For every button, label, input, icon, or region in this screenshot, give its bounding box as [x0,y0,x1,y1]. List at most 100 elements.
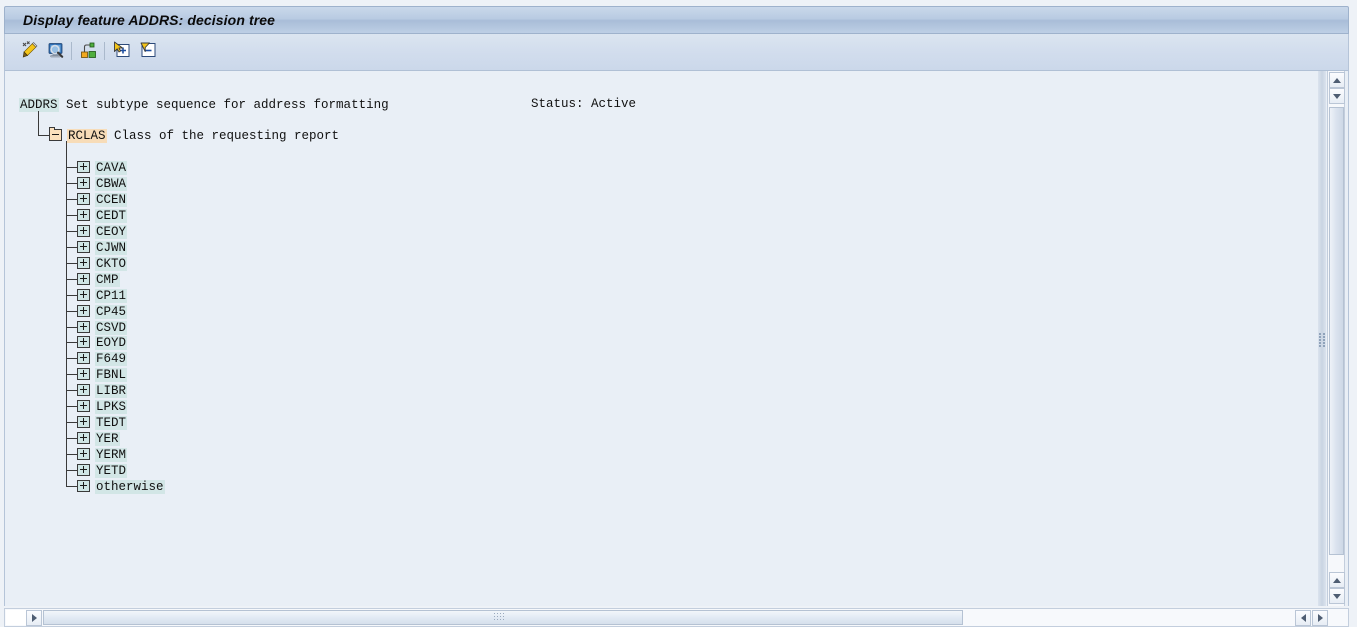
tree-leaf-code: CJWN [95,240,128,255]
tree-leaf-node[interactable]: CP11 [95,288,128,304]
pencil-icon [20,40,40,63]
expand-plus-box-icon[interactable] [77,448,90,461]
tree-leaf-node[interactable]: CEDT [95,208,128,224]
tree-structure-icon [79,40,99,63]
tree-leaf-node[interactable]: YER [95,431,120,447]
expand-plus-box-icon[interactable] [77,368,90,381]
tree-leaf-node[interactable]: F649 [95,351,128,367]
expand-plus-box-icon[interactable] [77,288,90,301]
vertical-scrollbar[interactable] [1327,71,1345,606]
expand-plus-box-icon[interactable] [77,224,90,237]
expand-plus-box-icon[interactable] [77,304,90,317]
structure-button[interactable] [76,39,101,64]
tree-leaf-node[interactable]: CCEN [95,192,128,208]
tree-connector-line [38,135,49,136]
scroll-up-button-bottom[interactable] [1329,572,1345,588]
tree-connector-line [66,454,77,456]
collapse-all-button[interactable] [135,39,160,64]
tree-branch-node[interactable]: RCLAS Class of the requesting report [67,128,339,144]
expand-plus-box-icon[interactable] [77,320,90,333]
tree-leaf-node[interactable]: LIBR [95,383,128,399]
tree-leaf-node[interactable]: CAVA [95,160,128,176]
tree-leaf-node[interactable]: CP45 [95,304,128,320]
tree-leaf-node[interactable]: CSVD [95,320,128,336]
tree-leaf-code: TEDT [95,416,128,431]
expand-plus-box-icon[interactable] [77,176,90,189]
scroll-right-arrow-icon-left [31,614,37,622]
expand-plus-box-icon[interactable] [77,416,90,429]
tree-connector-line [66,182,77,184]
horizontal-scrollbar[interactable] [4,608,1349,627]
tree-leaf-node[interactable]: CBWA [95,176,128,192]
tree-connector-line [66,406,77,408]
sap-window: Display feature ADDRS: decision tree ADD… [0,0,1357,631]
tree-leaf-node[interactable]: YETD [95,463,128,479]
toolbar-separator-1 [71,42,72,60]
tree-leaf-code: YETD [95,464,128,479]
display-button[interactable] [43,39,68,64]
tree-connector-line [66,310,77,312]
expand-plus-box-icon[interactable] [77,432,90,445]
tree-leaf-node[interactable]: TEDT [95,415,128,431]
scroll-up-arrow-icon-bottom [1333,577,1341,583]
tree-leaf-code: CEOY [95,224,128,239]
tree-leaf-code: YER [95,432,120,447]
tree-connector-line [66,438,77,440]
expand-plus-box-icon[interactable] [77,336,90,349]
tree-leaf-code: otherwise [95,480,165,494]
tree-branch-description: Class of the requesting report [106,129,340,143]
change-edit-button[interactable] [17,39,42,64]
scroll-up-arrow-icon [1333,77,1341,83]
tree-leaf-node[interactable]: CJWN [95,240,128,256]
expand-plus-box-icon[interactable] [77,464,90,477]
tree-leaf-code: YERM [95,448,128,463]
tree-connector-line [66,198,77,200]
expand-plus-box-icon[interactable] [77,161,90,173]
expand-plus-box-icon[interactable] [77,352,90,365]
expand-plus-box-icon[interactable] [77,400,90,413]
expand-plus-box-icon[interactable] [77,192,90,205]
folder-open-minus-icon[interactable] [49,127,62,141]
tree-leaf-node[interactable]: FBNL [95,367,128,383]
tree-leaf-code: LIBR [95,384,128,399]
content-area: ADDRS Set subtype sequence for address f… [4,71,1349,606]
tree-root-node[interactable]: ADDRS Set subtype sequence for address f… [19,97,389,113]
expand-plus-box-icon[interactable] [77,272,90,285]
pane-splitter[interactable] [1318,71,1326,606]
scroll-right-button-left[interactable] [26,610,42,626]
scroll-right-button[interactable] [1312,610,1328,626]
tree-connector-line [66,422,77,424]
decision-tree-pane[interactable]: ADDRS Set subtype sequence for address f… [5,71,1320,606]
toolbar-separator-2 [104,42,105,60]
window-bottom-strip [0,627,1357,631]
magnifier-screen-icon [46,40,66,63]
tree-leaf-node[interactable]: CEOY [95,224,128,240]
scroll-left-button[interactable] [1295,610,1311,626]
vertical-scroll-thumb[interactable] [1329,107,1344,555]
collapse-minus-icon [138,40,158,63]
scroll-down-button-top[interactable] [1329,88,1345,104]
expand-plus-box-icon[interactable] [77,208,90,221]
tree-leaf-node[interactable]: CKTO [95,256,128,272]
expand-plus-box-icon[interactable] [77,384,90,397]
horizontal-scroll-grip-icon [494,613,504,621]
tree-connector-line [66,374,77,376]
tree-leaf-node[interactable]: EOYD [95,335,128,351]
page-title: Display feature ADDRS: decision tree [23,12,276,28]
expand-plus-box-icon[interactable] [77,480,90,492]
expand-plus-box-icon[interactable] [77,256,90,269]
tree-root-code: ADDRS [19,98,59,112]
tree-leaf-node[interactable]: LPKS [95,399,128,415]
scroll-up-button[interactable] [1329,72,1345,88]
tree-leaf-node[interactable]: YERM [95,447,128,463]
scroll-down-button[interactable] [1329,588,1345,604]
tree-leaf-node[interactable]: CMP [95,272,120,288]
scroll-down-arrow-icon-bottom [1333,593,1341,599]
splitter-grip-icon [1319,333,1325,347]
expand-all-button[interactable] [109,39,134,64]
title-bar: Display feature ADDRS: decision tree [4,6,1349,34]
tree-leaf-node[interactable]: otherwise [95,479,165,495]
expand-plus-icon [112,40,132,63]
expand-plus-box-icon[interactable] [77,240,90,253]
tree-leaf-code: CP45 [95,304,128,319]
